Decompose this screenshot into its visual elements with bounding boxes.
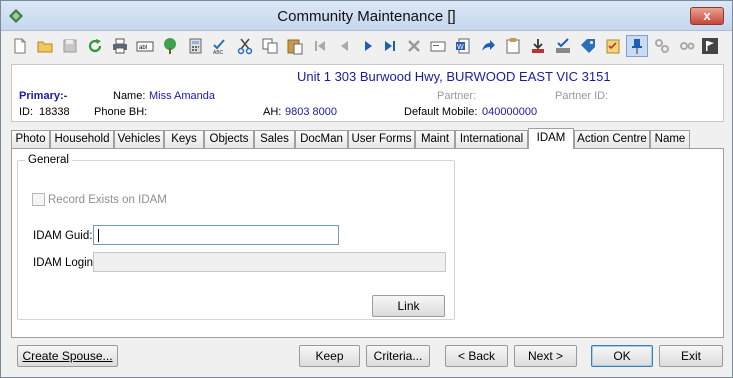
phone-bh-label: Phone BH:	[94, 106, 148, 118]
name-label: Name:	[113, 90, 146, 102]
svg-text:abl: abl	[139, 45, 147, 51]
name-value: Miss Amanda	[149, 90, 216, 102]
toolbar: abl ABC W	[7, 34, 727, 60]
window-title: Community Maintenance []	[277, 8, 456, 25]
link-button[interactable]: Link	[372, 295, 445, 317]
id-label: ID:	[19, 106, 34, 118]
card-icon[interactable]	[427, 35, 449, 57]
contact-summary-panel: Unit 1 303 Burwood Hwy, BURWOOD EAST VIC…	[11, 64, 724, 122]
general-group-title: General	[25, 154, 72, 166]
record-exists-checkbox[interactable]	[32, 193, 45, 206]
print-icon[interactable]	[109, 35, 131, 57]
exit-button[interactable]: Exit	[659, 345, 723, 367]
tab-vehicles[interactable]: Vehicles	[114, 130, 164, 148]
spellcheck-icon[interactable]: ABC	[209, 35, 231, 57]
tree-icon[interactable]	[159, 35, 181, 57]
last-record-icon[interactable]	[379, 35, 401, 57]
next-record-icon[interactable]	[357, 35, 379, 57]
new-doc-icon[interactable]	[9, 35, 31, 57]
tab-action-centre[interactable]: Action Centre	[574, 130, 650, 148]
close-window-button[interactable]: x	[690, 7, 724, 25]
partner-label: Partner:	[437, 90, 477, 102]
forward-icon[interactable]	[477, 35, 499, 57]
tab-maint[interactable]: Maint	[415, 130, 455, 148]
default-mobile-label: Default Mobile:	[404, 106, 478, 118]
idam-login-label: IDAM Login:	[33, 257, 97, 269]
tab-idam[interactable]: IDAM	[528, 128, 574, 149]
ah-value: 9803 8000	[285, 106, 337, 118]
calculator-icon[interactable]	[184, 35, 206, 57]
tab-international[interactable]: International	[455, 130, 528, 148]
copy-icon[interactable]	[259, 35, 281, 57]
first-record-icon[interactable]	[309, 35, 331, 57]
svg-text:W: W	[457, 44, 464, 51]
checklist-icon[interactable]	[602, 35, 624, 57]
partner-id-label: Partner ID:	[555, 90, 609, 102]
keep-button[interactable]: Keep	[299, 345, 360, 367]
back-button[interactable]: < Back	[445, 345, 508, 367]
ok-button[interactable]: OK	[591, 345, 653, 367]
idam-login-input[interactable]	[93, 252, 446, 272]
general-group: General Record Exists on IDAM IDAM Guid:…	[17, 154, 455, 320]
text-caret	[98, 229, 99, 242]
svg-text:ABC: ABC	[213, 50, 224, 55]
save-icon[interactable]	[59, 35, 81, 57]
primary-label: Primary:-	[19, 90, 68, 102]
ah-label: AH:	[263, 106, 282, 118]
idam-guid-input[interactable]	[93, 225, 339, 245]
delete-icon[interactable]	[403, 35, 425, 57]
criteria-button[interactable]: Criteria...	[366, 345, 430, 367]
idam-tab-panel: General Record Exists on IDAM IDAM Guid:…	[11, 148, 724, 338]
cut-icon[interactable]	[234, 35, 256, 57]
paste-icon[interactable]	[284, 35, 306, 57]
create-spouse-button[interactable]: Create Spouse...	[17, 345, 118, 367]
default-mobile-value: 040000000	[482, 106, 538, 118]
tab-photo[interactable]: Photo	[11, 130, 50, 148]
tab-objects[interactable]: Objects	[204, 130, 254, 148]
text-field-icon[interactable]: abl	[134, 35, 156, 57]
tab-name[interactable]: Name	[650, 130, 690, 148]
record-exists-row: Record Exists on IDAM	[32, 193, 167, 206]
flag-icon[interactable]	[699, 35, 721, 57]
create-spouse-label: Create Spouse...	[22, 349, 113, 363]
previous-record-icon[interactable]	[334, 35, 356, 57]
refresh-icon[interactable]	[84, 35, 106, 57]
idam-guid-label: IDAM Guid:	[33, 230, 93, 242]
tab-sales[interactable]: Sales	[254, 130, 295, 148]
id-value: 18338	[39, 106, 70, 118]
address-text: Unit 1 303 Burwood Hwy, BURWOOD EAST VIC…	[297, 69, 611, 84]
community-maintenance-window: Community Maintenance [] x abl ABC W Uni…	[0, 0, 733, 378]
clipboard-icon[interactable]	[502, 35, 524, 57]
tag-icon[interactable]	[577, 35, 599, 57]
open-folder-icon[interactable]	[34, 35, 56, 57]
next-button[interactable]: Next >	[514, 345, 577, 367]
download-icon[interactable]	[527, 35, 549, 57]
pin-icon[interactable]	[626, 35, 648, 57]
tab-docman[interactable]: DocMan	[295, 130, 348, 148]
tab-keys[interactable]: Keys	[164, 130, 204, 148]
tab-user-forms[interactable]: User Forms	[348, 130, 415, 148]
gears-icon[interactable]	[676, 35, 698, 57]
title-bar: Community Maintenance [] x	[1, 1, 732, 31]
approve-stamp-icon[interactable]	[552, 35, 574, 57]
record-exists-label: Record Exists on IDAM	[48, 193, 167, 206]
tab-household[interactable]: Household	[50, 130, 114, 148]
word-doc-icon[interactable]: W	[452, 35, 474, 57]
gear-cluster-icon[interactable]	[651, 35, 673, 57]
